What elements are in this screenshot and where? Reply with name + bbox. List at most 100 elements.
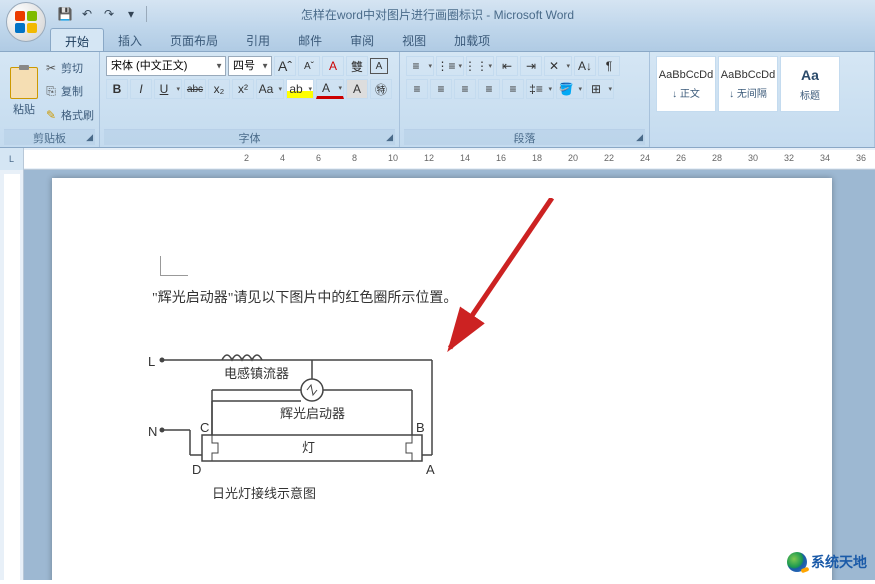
tab-home[interactable]: 开始 [50,28,104,51]
horizontal-ruler[interactable]: 24681012141618202224262830323436 [24,150,875,168]
style-heading[interactable]: Aa 标题 [780,56,840,112]
ruler-mark: 8 [352,153,357,163]
ribbon: 粘贴 剪切 复制 格式刷 剪贴板◢ 宋体 (中文正文)▼ 四号▼ Aˆ Aˇ A… [0,52,875,148]
undo-button[interactable]: ↶ [78,5,96,23]
group-label-clipboard: 剪贴板◢ [4,129,95,145]
style-name-label: 标题 [800,87,820,102]
page[interactable]: "辉光启动器"请见以下图片中的红色圈所示位置。 [52,178,832,580]
lamp-label: 灯 [302,438,315,459]
tab-page-layout[interactable]: 页面布局 [156,28,232,51]
bold-button[interactable]: B [106,79,128,99]
multilevel-button[interactable]: ⋮⋮ [466,56,494,76]
highlight-button[interactable]: ab [286,79,314,99]
underline-button[interactable]: U [154,79,182,99]
tab-insert[interactable]: 插入 [104,28,156,51]
align-center-button[interactable]: ≡ [430,79,452,99]
sort-button[interactable]: A↓ [574,56,596,76]
paste-button[interactable]: 粘贴 [4,54,44,129]
char-shade-button[interactable]: A [346,79,368,99]
document-area: "辉光启动器"请见以下图片中的红色圈所示位置。 [0,170,875,580]
clear-format-button[interactable]: A [322,56,344,76]
tab-references[interactable]: 引用 [232,28,284,51]
office-logo-icon [14,10,38,34]
ribbon-tabs: 开始 插入 页面布局 引用 邮件 审阅 视图 加载项 [0,28,875,52]
style-preview: AaBbCcDd [721,69,775,81]
show-marks-button[interactable]: ¶ [598,56,620,76]
watermark-globe-icon [787,552,807,572]
watermark: 系统天地 [787,552,867,572]
subscript-button[interactable]: x₂ [208,79,230,99]
ruler-mark: 34 [820,153,830,163]
align-right-button[interactable]: ≡ [454,79,476,99]
cut-icon [44,61,58,75]
shading-button[interactable]: 🪣 [556,79,584,99]
increase-indent-button[interactable]: ⇥ [520,56,542,76]
ruler-mark: 12 [424,153,434,163]
paste-icon [10,67,38,99]
superscript-button[interactable]: x² [232,79,254,99]
group-clipboard: 粘贴 剪切 复制 格式刷 剪贴板◢ [0,52,100,147]
group-font: 宋体 (中文正文)▼ 四号▼ Aˆ Aˇ A 雙 A B I U abc x₂ … [100,52,400,147]
horizontal-ruler-area: L 24681012141618202224262830323436 [0,148,875,170]
save-button[interactable]: 💾 [56,5,74,23]
shrink-font-button[interactable]: Aˇ [298,56,320,76]
clipboard-launcher[interactable]: ◢ [86,132,93,143]
ballast-label: 电感镇流器 [224,364,289,385]
ruler-mark: 30 [748,153,758,163]
title-bar: 💾 ↶ ↷ ▾ 怎样在word中对图片进行画圈标识 - Microsoft Wo… [0,0,875,28]
style-no-spacing[interactable]: AaBbCcDd ↓ 无间隔 [718,56,778,112]
redo-button[interactable]: ↷ [100,5,118,23]
char-border-button[interactable]: A [370,58,388,74]
style-preview: AaBbCcDd [659,69,713,81]
office-button[interactable] [6,2,46,42]
style-name-label: ↓ 无间隔 [729,85,767,100]
strikethrough-button[interactable]: abc [184,79,206,99]
terminal-l-label: L [148,352,155,373]
qat-customize-button[interactable]: ▾ [122,5,140,23]
distribute-button[interactable]: ≡ [502,79,524,99]
copy-icon [44,84,58,98]
ruler-mark: 20 [568,153,578,163]
style-normal[interactable]: AaBbCcDd ↓ 正文 [656,56,716,112]
paragraph-mark-icon [160,256,188,276]
asian-layout-button[interactable]: ✕ [544,56,572,76]
ruler-mark: 28 [712,153,722,163]
phonetic-guide-button[interactable]: 雙 [346,56,368,76]
bullets-button[interactable]: ≡ [406,56,434,76]
node-d-label: D [192,460,201,481]
tab-view[interactable]: 视图 [388,28,440,51]
separator [146,6,147,22]
cut-button[interactable]: 剪切 [44,60,94,76]
ruler-mark: 4 [280,153,285,163]
group-label-font: 字体◢ [104,129,395,145]
terminal-n-label: N [148,422,157,443]
change-case-button[interactable]: Aa [256,79,284,99]
font-size-select[interactable]: 四号▼ [228,56,272,76]
vertical-ruler[interactable] [0,170,24,580]
justify-button[interactable]: ≡ [478,79,500,99]
numbering-button[interactable]: ⋮≡ [436,56,464,76]
tab-review[interactable]: 审阅 [336,28,388,51]
format-painter-button[interactable]: 格式刷 [44,107,94,123]
page-container: "辉光启动器"请见以下图片中的红色圈所示位置。 [24,170,875,580]
red-arrow-annotation [442,198,642,398]
group-label-paragraph: 段落◢ [404,129,645,145]
tab-mailings[interactable]: 邮件 [284,28,336,51]
font-launcher[interactable]: ◢ [386,132,393,143]
decrease-indent-button[interactable]: ⇤ [496,56,518,76]
ruler-mark: 22 [604,153,614,163]
grow-font-button[interactable]: Aˆ [274,56,296,76]
font-name-select[interactable]: 宋体 (中文正文)▼ [106,56,226,76]
enclose-char-button[interactable]: ㊕ [370,79,392,99]
copy-button[interactable]: 复制 [44,83,94,99]
font-color-button[interactable]: A [316,79,344,99]
line-spacing-button[interactable]: ‡≡ [526,79,554,99]
align-left-button[interactable]: ≡ [406,79,428,99]
tab-addins[interactable]: 加载项 [440,28,504,51]
paragraph-launcher[interactable]: ◢ [636,132,643,143]
starter-label: 辉光启动器 [280,404,345,425]
italic-button[interactable]: I [130,79,152,99]
ruler-corner[interactable]: L [0,148,24,170]
borders-button[interactable]: ⊞ [586,79,614,99]
ruler-mark: 32 [784,153,794,163]
